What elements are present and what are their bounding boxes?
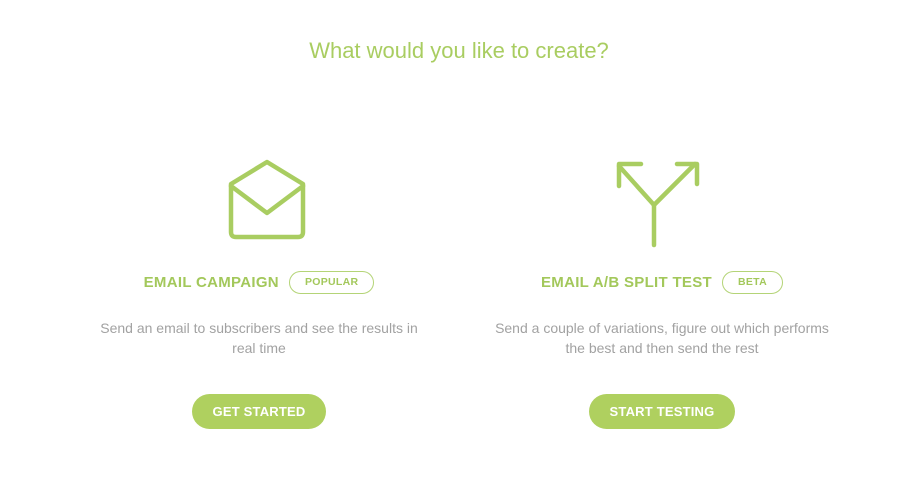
start-testing-button[interactable]: START TESTING [588,394,736,429]
popular-badge: POPULAR [288,270,375,294]
card-title: EMAIL CAMPAIGN [143,273,279,291]
email-campaign-card: EMAIL CAMPAIGN POPULAR Send an email to … [79,150,439,429]
get-started-button[interactable]: GET STARTED [191,394,327,429]
envelope-icon [79,150,439,250]
split-arrows-icon [482,150,842,250]
card-description: Send an email to subscribers and see the… [100,320,418,356]
page-title: What would you like to create? [309,38,609,63]
split-test-card: EMAIL A/B SPLIT TEST BETA Send a couple … [482,150,842,429]
card-title: EMAIL A/B SPLIT TEST [540,273,712,291]
beta-badge: BETA [722,270,784,294]
card-description: Send a couple of variations, figure out … [495,320,829,356]
